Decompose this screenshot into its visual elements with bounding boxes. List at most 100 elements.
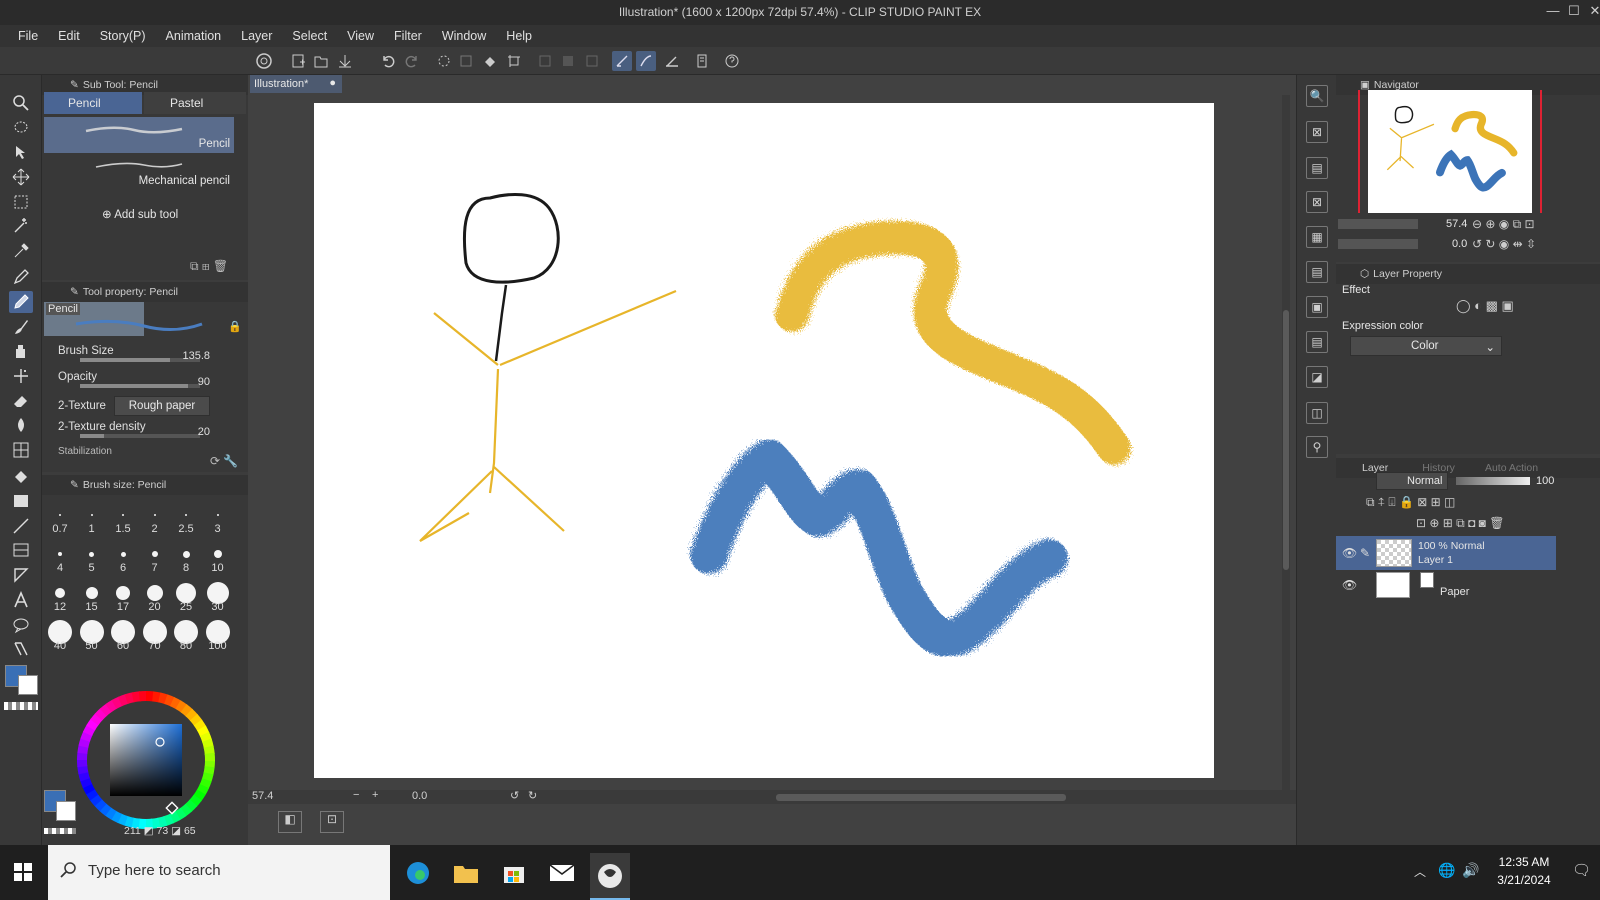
color-wheel[interactable] xyxy=(72,686,220,834)
material-mono-icon[interactable]: ⊠ xyxy=(1306,191,1328,213)
brush-size-preset[interactable]: 10 xyxy=(202,538,234,576)
navigator-rotation-value[interactable]: 0.0 xyxy=(1452,238,1467,250)
trash-icon[interactable]: 🗑 xyxy=(213,259,228,273)
material-figure-icon[interactable]: ⚲ xyxy=(1306,436,1328,458)
gradient-icon[interactable] xyxy=(9,490,33,512)
brush-size-preset[interactable]: 0.7 xyxy=(44,499,76,537)
object-select-icon[interactable] xyxy=(9,141,33,163)
airbrush-icon[interactable] xyxy=(9,340,33,362)
transparent-indicator[interactable] xyxy=(44,828,76,834)
frame-border-icon[interactable] xyxy=(9,539,33,561)
navigator-zoom-controls[interactable]: ⊖ ⊕ ◉ ⧉ ⊡ xyxy=(1472,217,1535,232)
hue-ring[interactable] xyxy=(72,686,220,834)
pad-icon[interactable] xyxy=(692,51,712,71)
sub-tool-item-pencil[interactable]: Pencil xyxy=(44,117,234,153)
brush-size-preset[interactable]: 60 xyxy=(107,616,139,654)
texture-row[interactable]: 2-Texture Rough paper xyxy=(48,395,248,421)
rotate-right-icon[interactable]: ↻ xyxy=(528,789,537,802)
layer-row-paper[interactable]: 👁 Paper xyxy=(1336,570,1556,600)
brush-size-preset[interactable]: 20 xyxy=(139,577,171,615)
menu-select[interactable]: Select xyxy=(282,29,337,43)
balloon-icon[interactable] xyxy=(9,614,33,636)
material-frame-icon[interactable]: ▤ xyxy=(1306,261,1328,283)
horizontal-scroll-thumb[interactable] xyxy=(776,794,1066,801)
material-tone-icon[interactable]: ▦ xyxy=(1306,226,1328,248)
transform-icon[interactable] xyxy=(504,51,524,71)
tab-pastel[interactable]: Pastel xyxy=(144,92,246,114)
tab-auto-action[interactable]: Auto Action xyxy=(1485,462,1538,474)
brush-size-preset[interactable]: 15 xyxy=(76,577,108,615)
pencil-tool-icon[interactable] xyxy=(9,291,33,313)
opacity-value[interactable]: 90 xyxy=(198,376,210,388)
eye-icon[interactable]: 👁 xyxy=(1342,546,1357,560)
clear-icon[interactable] xyxy=(456,51,476,71)
menu-help[interactable]: Help xyxy=(496,29,542,43)
redo-icon[interactable] xyxy=(402,51,422,71)
brush-size-preset[interactable]: 80 xyxy=(170,616,202,654)
new-file-icon[interactable] xyxy=(288,51,308,71)
fill-icon[interactable] xyxy=(480,51,500,71)
duplicate-icon[interactable]: ⧉ xyxy=(190,259,199,273)
wrench-icon[interactable]: 🔧 xyxy=(223,454,238,468)
sub-color-indicator[interactable] xyxy=(56,801,76,821)
move-icon[interactable] xyxy=(9,166,33,188)
brush-size-preset[interactable]: 25 xyxy=(170,577,202,615)
effect-icons[interactable]: ◯ ◐ ▩ ▣ xyxy=(1456,298,1514,314)
search-icon[interactable]: 🔍 xyxy=(1306,85,1328,107)
navigator-rotate-controls[interactable]: ↺ ↻ ◉ ⇹ ⇳ xyxy=(1472,237,1536,251)
brush-size-preset[interactable]: 12 xyxy=(44,577,76,615)
material-image-icon[interactable]: ▣ xyxy=(1306,296,1328,318)
menu-edit[interactable]: Edit xyxy=(48,29,90,43)
snap-grid-icon[interactable] xyxy=(662,51,682,71)
lasso-icon[interactable] xyxy=(9,117,33,139)
ruler-icon[interactable] xyxy=(9,564,33,586)
eraser-icon[interactable] xyxy=(9,390,33,412)
blend-mode-select[interactable]: Normal xyxy=(1376,472,1448,490)
brush-size-value[interactable]: 135.8 xyxy=(182,350,210,362)
brush-size-preset[interactable]: 6 xyxy=(107,538,139,576)
vertical-scrollbar[interactable] xyxy=(1282,95,1290,790)
save-icon[interactable] xyxy=(335,51,355,71)
zoom-value[interactable]: 57.4 xyxy=(252,790,273,802)
menu-story[interactable]: Story(P) xyxy=(90,29,156,43)
snap-ruler-icon[interactable] xyxy=(612,51,632,71)
windows-start-icon[interactable] xyxy=(14,863,32,881)
layer-opacity-slider[interactable] xyxy=(1456,477,1530,485)
add-sub-tool-button[interactable]: ⊕ Add sub tool xyxy=(102,207,178,221)
figure-icon[interactable] xyxy=(9,439,33,461)
transparent-color-swatch[interactable] xyxy=(4,702,38,710)
material-effects-icon[interactable]: ◫ xyxy=(1306,402,1328,424)
decoration-icon[interactable] xyxy=(9,365,33,387)
texture-select[interactable]: Rough paper xyxy=(114,396,210,416)
brush-size-preset[interactable]: 100 xyxy=(202,616,234,654)
minimize-button[interactable]: — xyxy=(1542,3,1564,21)
line-icon[interactable] xyxy=(9,515,33,537)
brush-size-preset[interactable]: 4 xyxy=(44,538,76,576)
fill-bucket-icon[interactable] xyxy=(9,466,33,488)
brush-size-preset[interactable]: 2 xyxy=(139,499,171,537)
menu-animation[interactable]: Animation xyxy=(156,29,232,43)
crop-icon[interactable] xyxy=(558,51,578,71)
brush-size-preset[interactable]: 40 xyxy=(44,616,76,654)
menu-window[interactable]: Window xyxy=(432,29,496,43)
rotate-left-icon[interactable]: ↺ xyxy=(510,789,519,802)
undo-icon[interactable] xyxy=(378,51,398,71)
opacity-row[interactable]: Opacity 90 xyxy=(48,369,248,395)
brush-size-preset[interactable]: 1 xyxy=(76,499,108,537)
store-icon[interactable] xyxy=(494,853,534,893)
tab-close-icon[interactable]: ● xyxy=(329,77,336,89)
snap-special-ruler-icon[interactable] xyxy=(636,51,656,71)
brush-size-preset[interactable]: 2.5 xyxy=(170,499,202,537)
tab-pencil[interactable]: Pencil xyxy=(44,92,142,114)
layer-lock-icons[interactable]: ⧉ ⍏ ⍗ 🔒 ⊠ ⊞ ◫ xyxy=(1366,495,1455,510)
document-tab[interactable]: Illustration* ● xyxy=(250,75,342,93)
zoom-out-icon[interactable]: − xyxy=(353,789,359,801)
edge-icon[interactable] xyxy=(398,853,438,893)
clip-studio-taskbar-icon[interactable] xyxy=(590,853,630,900)
rotation-value[interactable]: 0.0 xyxy=(412,790,427,802)
brush-size-row[interactable]: Brush Size 135.8 xyxy=(48,343,248,369)
brush-size-preset[interactable]: 1.5 xyxy=(107,499,139,537)
selection-off-icon[interactable] xyxy=(535,51,555,71)
close-button[interactable]: ✕ xyxy=(1584,3,1600,21)
opacity-slider[interactable] xyxy=(80,384,200,388)
